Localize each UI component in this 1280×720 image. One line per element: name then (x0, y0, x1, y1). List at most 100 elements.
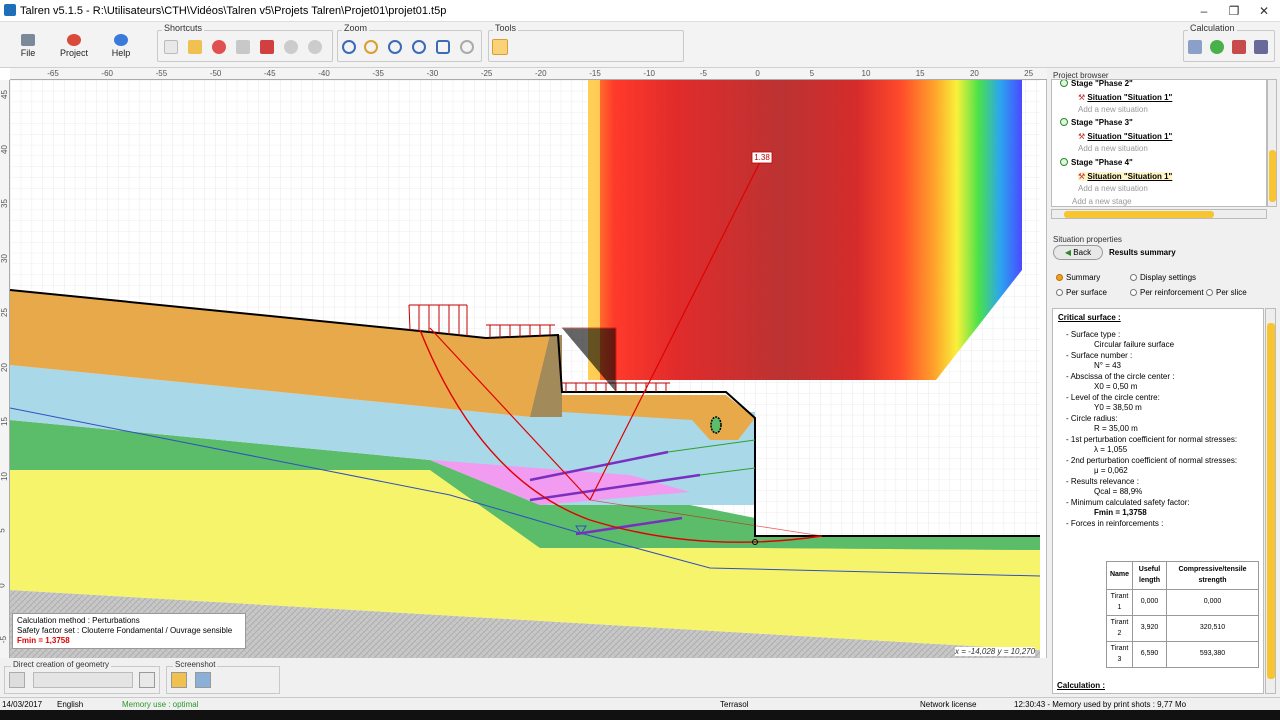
new-icon[interactable] (164, 40, 178, 54)
edit-icon[interactable] (9, 672, 25, 688)
radio-summary[interactable]: Summary (1056, 273, 1100, 282)
tree-vertical-scrollbar[interactable] (1267, 79, 1277, 207)
screenshot-save-icon[interactable] (171, 672, 187, 688)
tree-situation-phase-4[interactable]: ⚒ Situation "Situation 1" (1078, 172, 1173, 181)
radio-per-reinforcement[interactable]: Per reinforcement (1130, 288, 1204, 297)
ruler-x-tick: -15 (589, 69, 601, 78)
scrollbar-thumb[interactable] (1267, 323, 1275, 679)
forces-label: - Forces in reinforcements : (1066, 518, 1164, 528)
ruler-x-tick: -40 (318, 69, 330, 78)
drawing-canvas[interactable]: -65 -60 -55 -50 -45 -40 -35 -30 -25 -20 -15 -10 -5 0 5… (0, 68, 1047, 658)
chart-icon[interactable] (1254, 40, 1268, 54)
results-icon[interactable] (1232, 40, 1246, 54)
ruler-x-tick: 10 (861, 69, 871, 78)
ruler-x-tick: -50 (209, 69, 222, 78)
calc-settings-icon[interactable] (1188, 40, 1202, 54)
save-icon[interactable] (212, 40, 226, 54)
radio-per-surface[interactable]: Per surface (1056, 288, 1107, 297)
tree-add-stage[interactable]: Add a new stage (1072, 197, 1132, 206)
ruler-x-tick: -20 (535, 69, 547, 78)
ruler-y-tick: 45 (0, 90, 9, 99)
print-icon[interactable] (260, 40, 274, 54)
ruler-y-tick: 35 (0, 199, 9, 208)
reinforcement-forces-table: Name Useful length Compressive/tensile s… (1106, 561, 1259, 668)
ruler-x-tick: -5 (699, 69, 707, 78)
first-coefficient-value: λ = 1,055 (1094, 445, 1128, 454)
table-header: Useful length (1132, 561, 1167, 590)
zoom-label: Zoom (342, 23, 370, 33)
table-row: Tirant 2 3,920 320,510 (1106, 615, 1259, 642)
back-button[interactable]: ◀ Back (1053, 245, 1103, 260)
radio-per-slice[interactable]: Per slice (1206, 288, 1247, 297)
radio-display-settings[interactable]: Display settings (1130, 273, 1196, 282)
file-button[interactable]: File (9, 26, 47, 64)
zoom-window-icon[interactable] (364, 40, 378, 54)
screen-bottom-edge (0, 710, 1280, 720)
tree-add-situation-2[interactable]: Add a new situation (1078, 105, 1148, 114)
tree-add-situation-4[interactable]: Add a new situation (1078, 184, 1148, 193)
situation-icon: ⚒ (1078, 132, 1088, 141)
zoom-previous-icon[interactable] (460, 40, 474, 54)
scrollbar-thumb[interactable] (1269, 150, 1276, 202)
ruler-x-tick: 0 (755, 69, 760, 78)
circle-safety-label: 1.38 (754, 153, 770, 162)
apply-geometry-icon[interactable] (139, 672, 155, 688)
ruler-y-tick: 20 (0, 362, 9, 372)
zoom-all-icon[interactable] (342, 40, 356, 54)
ruler-y-tick: 25 (0, 308, 9, 317)
scrollbar-thumb[interactable] (1064, 211, 1214, 218)
redo-icon[interactable] (308, 40, 322, 54)
tree-add-situation-3[interactable]: Add a new situation (1078, 144, 1148, 153)
ruler-x-tick: -25 (480, 69, 493, 78)
screenshot-copy-icon[interactable] (195, 672, 211, 688)
screenshot-label: Screenshot (173, 660, 218, 669)
radius-value: R = 35,00 m (1094, 424, 1138, 433)
second-coefficient-value: μ = 0,062 (1094, 466, 1128, 475)
table-row: Tirant 1 0,000 0,000 (1106, 589, 1259, 616)
status-license: Network license (920, 700, 977, 709)
min-safety-factor-value: Fmin = 1,3758 (1094, 508, 1147, 517)
results-summary-panel: Critical surface : - Surface type : Circ… (1052, 308, 1264, 694)
tree-stage-phase-4[interactable]: Stage "Phase 4" (1060, 158, 1133, 167)
level-label: - Level of the circle centre: (1066, 392, 1160, 402)
ruler-x-tick: -60 (101, 69, 113, 78)
second-coefficient-label: - 2nd perturbation coefficient of normal… (1066, 455, 1238, 465)
table-row: Tirant 3 6,590 593,380 (1106, 641, 1259, 668)
help-button[interactable]: Help (102, 26, 140, 64)
ruler-y-tick: -5 (0, 635, 9, 644)
zoom-in-icon[interactable] (388, 40, 402, 54)
ruler-y-tick: 10 (0, 471, 9, 481)
tree-horizontal-scrollbar[interactable] (1051, 209, 1267, 219)
ruler-y-tick: 15 (0, 417, 9, 426)
tree-situation-phase-2[interactable]: ⚒ Situation "Situation 1" (1078, 93, 1172, 102)
geometry-drawing[interactable]: 1.38 (10, 80, 1040, 658)
zoom-extent-icon[interactable] (436, 40, 450, 54)
radius-label: - Circle radius: (1066, 413, 1118, 423)
tools-group: Tools (488, 23, 684, 62)
tree-stage-phase-2[interactable]: Stage "Phase 2" (1060, 80, 1133, 88)
stage-check-icon (1060, 158, 1068, 166)
geometry-command-input[interactable] (33, 672, 133, 688)
app-icon (4, 4, 16, 16)
undo-icon[interactable] (284, 40, 298, 54)
project-tree[interactable]: Stage "Phase 2" ⚒ Situation "Situation 1… (1051, 79, 1267, 207)
tree-stage-phase-3[interactable]: Stage "Phase 3" (1060, 118, 1133, 127)
abscissa-label: - Abscissa of the circle center : (1066, 371, 1175, 381)
close-button[interactable]: ✕ (1246, 0, 1280, 22)
results-scrollbar[interactable] (1265, 308, 1276, 694)
status-language: English (57, 700, 84, 709)
relevance-value: Qcal = 88,9% (1094, 487, 1143, 496)
status-date: 14/03/2017 (2, 700, 43, 709)
select-tool-icon[interactable] (492, 39, 508, 55)
zoom-out-icon[interactable] (412, 40, 426, 54)
tree-situation-phase-3[interactable]: ⚒ Situation "Situation 1" (1078, 132, 1172, 141)
properties-icon[interactable] (236, 40, 250, 54)
ruler-x-tick: 5 (809, 69, 815, 78)
run-calculation-icon[interactable] (1210, 40, 1224, 54)
ruler-y-tick: 30 (0, 253, 9, 263)
open-icon[interactable] (188, 40, 202, 54)
drain-element (710, 416, 722, 434)
ruler-x-tick: -55 (155, 69, 168, 78)
project-button[interactable]: Project (55, 26, 93, 64)
calculation-heading: Calculation : (1057, 681, 1106, 690)
